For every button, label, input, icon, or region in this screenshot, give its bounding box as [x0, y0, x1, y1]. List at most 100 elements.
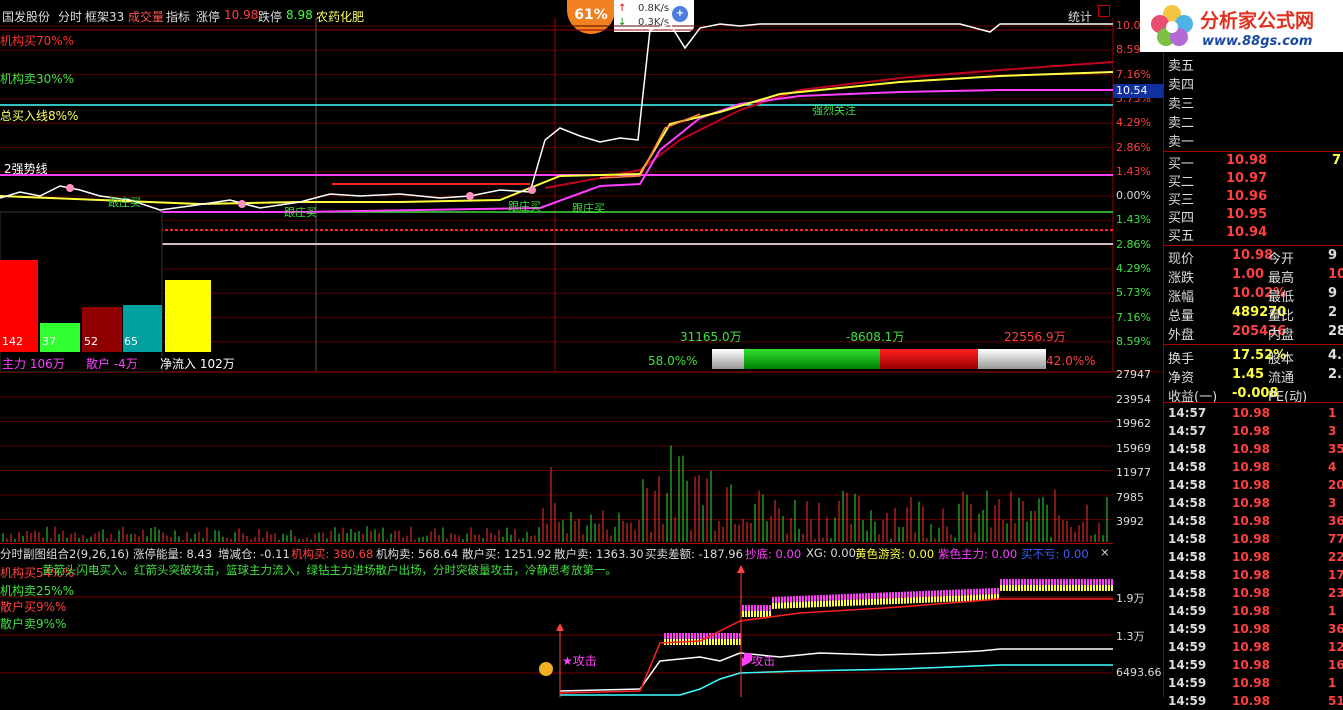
price-tick-label: 5.73% [1116, 286, 1151, 300]
indicator-bar-top [1111, 579, 1113, 585]
indicator-bar-bottom [832, 600, 834, 607]
flow-left-value: 31165.0万 [680, 330, 742, 344]
indicator-bar-bottom [1003, 585, 1005, 591]
tick-cell: 14:59 [1168, 622, 1207, 636]
indicator-bar-top [931, 590, 933, 597]
indicator-bar-top [811, 595, 813, 602]
indicator-bar-bottom [937, 596, 939, 603]
indicator-name[interactable]: 分时副图组合2(9,26,16) [0, 546, 129, 562]
quote-row[interactable]: 换手17.52%股本4.64 [1164, 347, 1343, 367]
tick-row[interactable]: 14:58 10.98 4 [1164, 458, 1343, 476]
indicator-bar-bottom [1009, 585, 1011, 591]
legend-inst-sell: 机构卖30%% [0, 72, 75, 86]
quote-row[interactable]: 总量 489270 量比 2 [1164, 304, 1343, 324]
buy-level-row[interactable]: 买五 10.94 [1164, 224, 1343, 244]
follow-label-1: 跟庄买 [108, 196, 141, 209]
quote-row[interactable]: 净资 1.45流通 2.79 [1164, 366, 1343, 386]
tick-row[interactable]: 14:59 10.98 36 [1164, 620, 1343, 638]
tick-row[interactable]: 14:58 10.98 17 [1164, 566, 1343, 584]
indicator-bar-bottom [1105, 585, 1107, 591]
logo-title: 分析家公式网 [1200, 10, 1315, 32]
tick-row[interactable]: 14:59 10.98 51 [1164, 692, 1343, 710]
tick-row[interactable]: 14:59 10.98 16 [1164, 656, 1343, 674]
indicator-bar-bottom [883, 598, 885, 605]
flow-mid-value: -8608.1万 [846, 330, 905, 344]
buy-level-row[interactable]: 买二 10.97 [1164, 170, 1343, 190]
tick-cell: 3 [1328, 424, 1337, 438]
indicator-bar-bottom [898, 597, 900, 604]
sell-level-row[interactable]: 卖四 [1164, 73, 1343, 93]
tick-row[interactable]: 14:58 10.98 3 [1164, 494, 1343, 512]
tick-row[interactable]: 14:58 10.98 77 [1164, 530, 1343, 548]
indicator-bar-top [988, 588, 990, 595]
buy-level-row[interactable]: 买三 10.96 [1164, 188, 1343, 208]
sell-level-row[interactable]: 卖三 [1164, 92, 1343, 112]
sell-level-row[interactable]: 卖五 [1164, 54, 1343, 74]
indicator-bar-top [844, 594, 846, 601]
indicator-bar-top [1012, 579, 1014, 585]
tick-row[interactable]: 14:58 10.98 23 [1164, 584, 1343, 602]
buy-level-row[interactable]: 买一 10.98 7 [1164, 152, 1343, 172]
indicator-bar-top [1036, 579, 1038, 585]
indicator-bar-bottom [718, 639, 720, 645]
indicator-bar-top [877, 592, 879, 599]
tick-cell: 14:58 [1168, 496, 1207, 510]
retail-label: 散户 -4万 [86, 357, 138, 371]
indicator-bar-bottom [862, 599, 864, 606]
indicator-tick-label: 1.3万 [1116, 630, 1145, 643]
quote-row[interactable]: 外盘205436内盘2836 [1164, 323, 1343, 343]
tick-row[interactable]: 14:58 10.98 35 [1164, 440, 1343, 458]
follow-label-4: 跟庄买 [572, 202, 605, 215]
quote-row[interactable]: 涨跌 1.00 最高 10 [1164, 266, 1343, 286]
indicator-chart[interactable] [0, 561, 1113, 697]
indicator-bar-bottom [1078, 585, 1080, 591]
quote-row[interactable]: 现价 10.98 今开 9 [1164, 247, 1343, 267]
tick-cell: 10.98 [1232, 406, 1270, 420]
indicator-bar-top [907, 591, 909, 598]
quote-row[interactable]: 收益(一) -0.008 PE(动) [1164, 385, 1343, 405]
indicator-bar-bottom [895, 598, 897, 604]
incr-value: 增减仓: -0.11 [218, 547, 290, 561]
tick-row[interactable]: 14:58 10.98 36 [1164, 512, 1343, 530]
legend-total-buy: 总买入线8%% [0, 109, 79, 123]
indicator-bar-bottom [907, 597, 909, 604]
tick-row[interactable]: 14:58 10.98 20 [1164, 476, 1343, 494]
sell-level-row[interactable]: 卖一 [1164, 130, 1343, 150]
inst-buy-value: 机构买: 380.68 [291, 547, 374, 561]
indicator-bar-top [826, 594, 828, 601]
volume-tick-label: 15969 [1116, 441, 1151, 455]
indicator-bar-top [823, 594, 825, 601]
indicator-bar-bottom [979, 594, 981, 601]
tick-row[interactable]: 14:58 10.98 22 [1164, 548, 1343, 566]
indicator-bar-top [1027, 579, 1029, 585]
indicator-bar-top [1024, 579, 1026, 585]
indicator-bar-top [910, 591, 912, 598]
indicator-bar-top [787, 596, 789, 603]
tick-cell: 17 [1328, 568, 1343, 582]
quote-row[interactable]: 涨幅 10.02% 最低 9 [1164, 285, 1343, 305]
volume-chart[interactable] [0, 372, 1113, 542]
flow-left-pct: 58.0%% [648, 354, 698, 368]
tick-cell: 10.98 [1232, 442, 1270, 456]
price-tick-label: 8.59% [1116, 334, 1151, 348]
indicator-bar-top [952, 589, 954, 596]
close-icon[interactable]: × [1100, 545, 1110, 559]
tick-row[interactable]: 14:59 10.98 12 [1164, 638, 1343, 656]
tick-row[interactable]: 14:57 10.98 1 [1164, 404, 1343, 422]
tick-row[interactable]: 14:59 10.98 1 [1164, 674, 1343, 692]
tick-cell: 10.98 [1232, 496, 1270, 510]
indicator-bar-bottom [850, 599, 852, 606]
buy-level-row[interactable]: 买四 10.95 [1164, 206, 1343, 226]
bar-value-2: 37 [42, 335, 56, 348]
indicator-bar-top [973, 588, 975, 595]
tick-row[interactable]: 14:57 10.98 3 [1164, 422, 1343, 440]
indicator-bar-top [754, 605, 756, 611]
tick-cell: 36 [1328, 514, 1343, 528]
sell-level-row[interactable]: 卖二 [1164, 111, 1343, 131]
tick-cell: 10.98 [1232, 676, 1270, 690]
intraday-price-chart[interactable] [0, 0, 1163, 372]
indicator-bar-top [937, 590, 939, 597]
quote-cell: 股本 [1268, 352, 1295, 367]
indicator-bar-top [853, 593, 855, 600]
tick-row[interactable]: 14:59 10.98 1 [1164, 602, 1343, 620]
